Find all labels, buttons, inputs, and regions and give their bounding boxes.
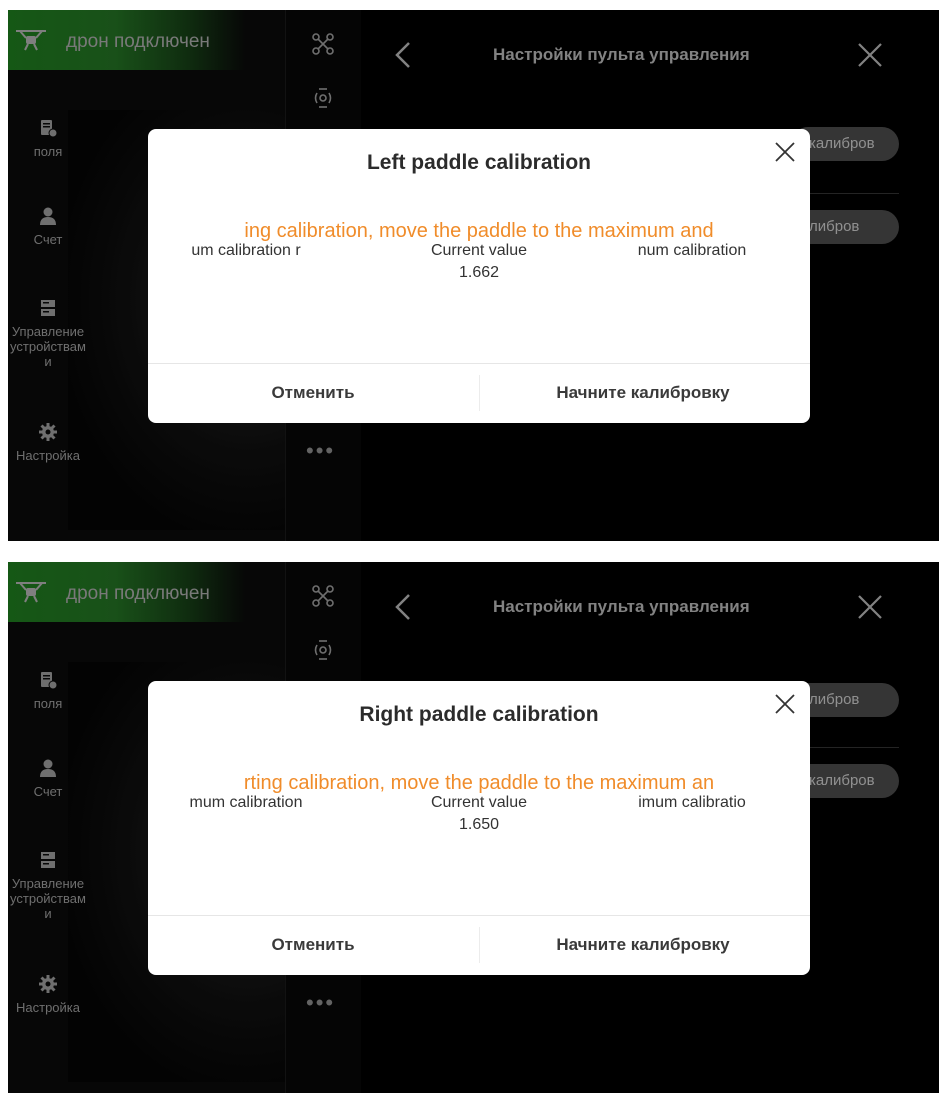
max-calibration-label: num calibration [637, 242, 747, 259]
screenshot-right-calibration: дрон подключен поля Счет Управление устр… [8, 562, 939, 1093]
dialog-close-icon[interactable] [774, 141, 796, 163]
min-calibration-label: um calibration r [167, 242, 325, 260]
cancel-button[interactable]: Отменить [208, 935, 418, 955]
calibration-dialog: Right paddle calibration rting calibrati… [148, 681, 810, 975]
current-value-label: Current value [430, 794, 528, 811]
fade-mask [167, 242, 185, 264]
cancel-button[interactable]: Отменить [208, 383, 418, 403]
start-calibration-button[interactable]: Начните калибровку [508, 935, 778, 955]
min-calibration-text: um calibration r [191, 242, 301, 259]
fade-mask [752, 242, 770, 264]
fade-mask [614, 794, 632, 816]
fade-mask [307, 242, 325, 264]
dialog-divider [148, 915, 810, 916]
dialog-title: Right paddle calibration [359, 703, 599, 726]
dialog-divider [148, 363, 810, 364]
dialog-close-icon[interactable] [774, 693, 796, 715]
min-calibration-label: mum calibration [167, 794, 325, 812]
calibration-dialog: Left paddle calibration ing calibration,… [148, 129, 810, 423]
dialog-title: Left paddle calibration [366, 151, 592, 174]
current-value: 1.650 [458, 816, 500, 833]
max-calibration-label: imum calibratio [638, 794, 746, 811]
button-divider [479, 375, 480, 411]
fade-mask [614, 242, 632, 264]
fade-mask [167, 794, 185, 816]
current-value-block: Current value 1.650 [404, 794, 554, 834]
screenshot-left-calibration: дрон подключен поля Счет Управление устр… [8, 10, 939, 541]
fade-mask [307, 794, 325, 816]
fade-mask [752, 794, 770, 816]
current-value-block: Current value 1.662 [404, 242, 554, 282]
min-calibration-text: mum calibration [189, 794, 303, 811]
current-value-label: Current value [430, 242, 528, 259]
button-divider [479, 927, 480, 963]
start-calibration-button[interactable]: Начните калибровку [508, 383, 778, 403]
current-value: 1.662 [458, 264, 500, 281]
